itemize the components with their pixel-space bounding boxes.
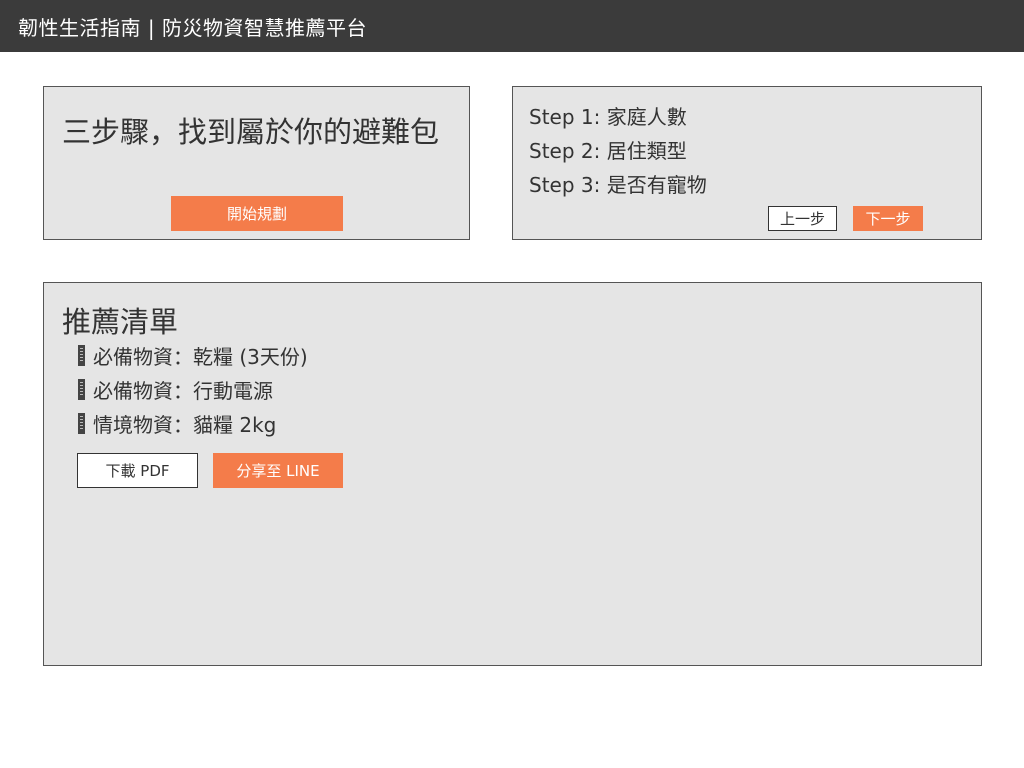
document-icon xyxy=(78,379,85,400)
previous-step-button[interactable]: 上一步 xyxy=(768,206,837,231)
document-icon xyxy=(78,413,85,434)
download-pdf-button[interactable]: 下載 PDF xyxy=(77,453,198,488)
list-item: 必備物資：乾糧 (3天份) xyxy=(78,341,308,370)
hero-title: 三步驟，找到屬於你的避難包 xyxy=(62,115,440,149)
list-item-text: 情境物資：貓糧 2kg xyxy=(93,413,277,437)
step-item: Step 2: 居住類型 xyxy=(529,139,687,163)
step-item: Step 1: 家庭人數 xyxy=(529,105,687,129)
share-line-button[interactable]: 分享至 LINE xyxy=(213,453,343,488)
top-bar: 韌性生活指南 | 防災物資智慧推薦平台 xyxy=(0,0,1024,52)
next-step-button[interactable]: 下一步 xyxy=(853,206,923,231)
step-item: Step 3: 是否有寵物 xyxy=(529,173,707,197)
document-icon xyxy=(78,345,85,366)
list-item: 情境物資：貓糧 2kg xyxy=(78,409,276,438)
recommendation-panel: 推薦清單 必備物資：乾糧 (3天份) 必備物資：行動電源 情境物資：貓糧 2kg… xyxy=(43,282,982,666)
site-title: 韌性生活指南 | 防災物資智慧推薦平台 xyxy=(18,15,367,40)
list-item-text: 必備物資：行動電源 xyxy=(93,379,273,403)
recommendation-title: 推薦清單 xyxy=(62,305,179,339)
hero-panel: 三步驟，找到屬於你的避難包 開始規劃 xyxy=(43,86,470,240)
list-item-text: 必備物資：乾糧 (3天份) xyxy=(93,345,308,369)
start-planning-button[interactable]: 開始規劃 xyxy=(171,196,343,231)
list-item: 必備物資：行動電源 xyxy=(78,375,273,404)
steps-panel: Step 1: 家庭人數 Step 2: 居住類型 Step 3: 是否有寵物 … xyxy=(512,86,982,240)
